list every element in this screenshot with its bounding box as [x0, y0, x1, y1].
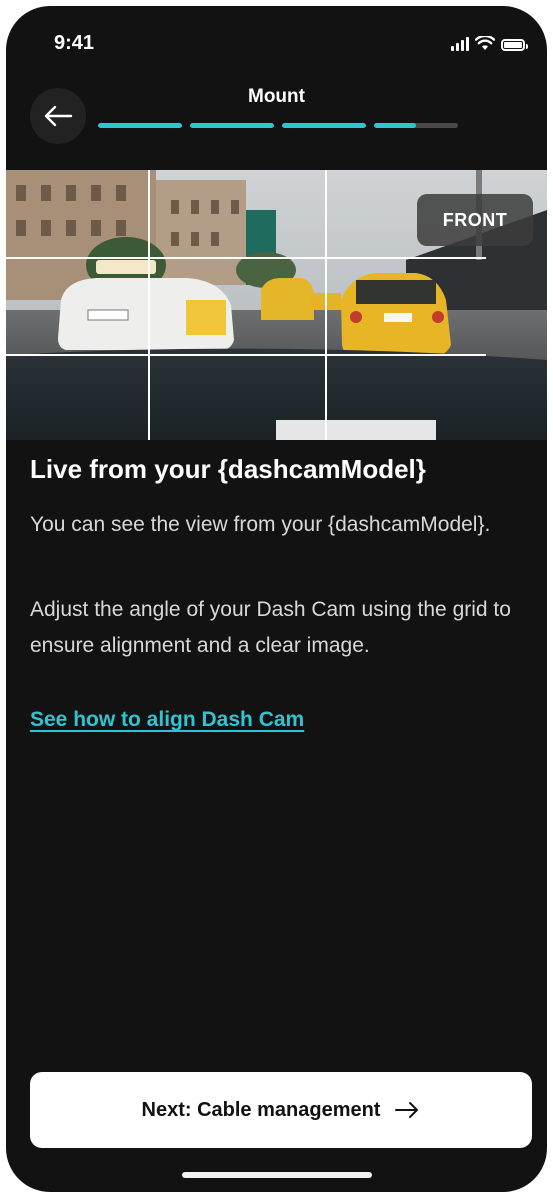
camera-badge: FRONT: [417, 194, 533, 246]
next-button-label: Next: Cable management: [141, 1098, 381, 1121]
cellular-signal-icon: [451, 37, 469, 51]
status-time: 9:41: [54, 32, 95, 54]
progress-segment: [282, 123, 366, 128]
arrow-right-icon: [395, 1102, 419, 1118]
align-help-link[interactable]: See how to align Dash Cam: [30, 708, 304, 732]
section-title: Live from your {dashcamModel}: [30, 454, 426, 484]
arrow-left-icon: [44, 105, 73, 127]
progress-segment: [190, 123, 274, 128]
home-indicator[interactable]: [182, 1172, 372, 1178]
progress-segment: [374, 123, 458, 128]
step-progress-bar: [98, 123, 458, 128]
page-title: Mount: [248, 86, 305, 107]
next-button[interactable]: Next: Cable management: [30, 1072, 532, 1148]
progress-segment: [98, 123, 182, 128]
battery-icon: [501, 39, 528, 51]
status-icons: [451, 36, 528, 51]
description-text: You can see the view from your {dashcamM…: [30, 513, 491, 536]
camera-live-view: FRONT: [6, 170, 547, 440]
instruction-text: Adjust the angle of your Dash Cam using …: [30, 598, 511, 657]
phone-screen: 9:41 Mount FRONT Live from your {dashcam…: [6, 6, 547, 1192]
wifi-icon: [475, 36, 495, 50]
